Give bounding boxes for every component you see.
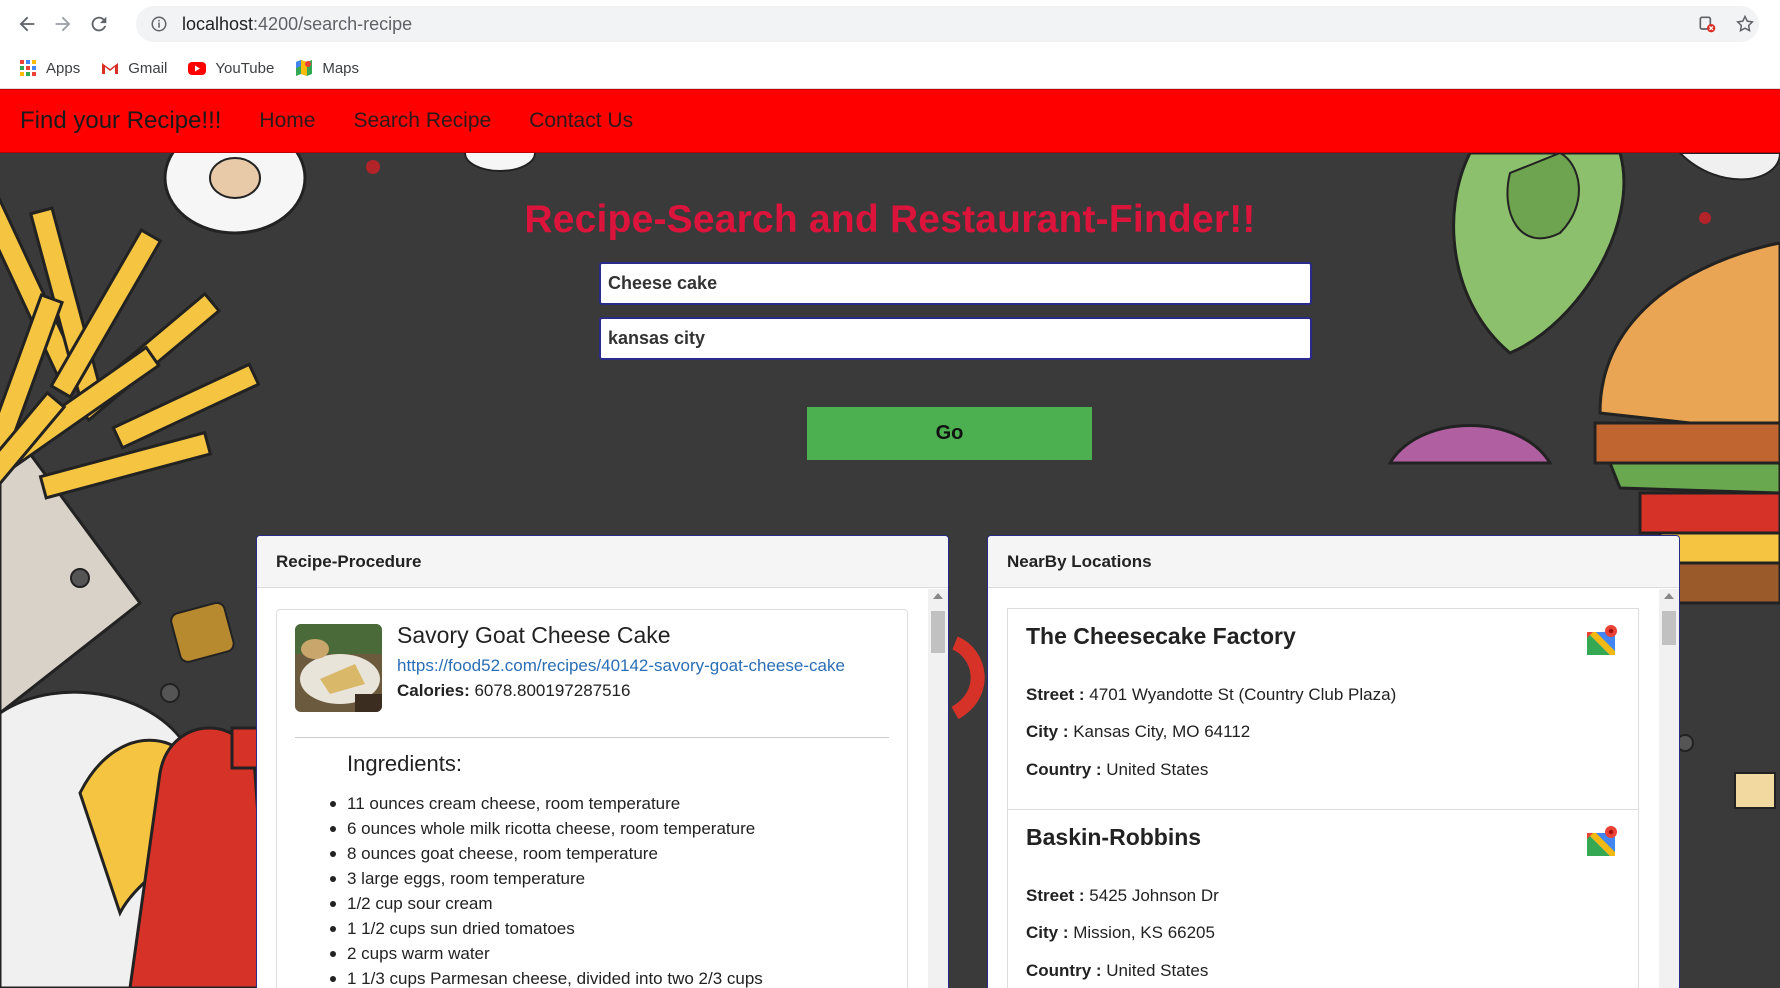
scroll-thumb[interactable]	[1662, 611, 1676, 645]
brand-title[interactable]: Find your Recipe!!!	[20, 107, 221, 135]
locations-scrollbar[interactable]	[1659, 589, 1679, 988]
street-label: Street :	[1026, 685, 1085, 704]
ingredients-heading: Ingredients:	[347, 751, 462, 776]
ingredient-item: 11 ounces cream cheese, room temperature	[330, 791, 763, 816]
street-value: 4701 Wyandotte St (Country Club Plaza)	[1084, 685, 1397, 704]
location-country: Country : United States	[1026, 760, 1208, 780]
location-city: City : Mission, KS 66205	[1026, 923, 1215, 943]
reload-icon	[91, 16, 107, 32]
recipe-thumbnail	[295, 624, 382, 712]
url-host: localhost	[182, 13, 254, 34]
city-label: City :	[1026, 722, 1069, 741]
recipe-title: Savory Goat Cheese Cake	[397, 622, 671, 648]
calories-value: 6078.800197287516	[469, 681, 631, 700]
location-name: The Cheesecake Factory	[1026, 623, 1296, 649]
city-label: City :	[1026, 923, 1069, 942]
location-search-input[interactable]: kansas city	[599, 317, 1312, 360]
recipe-link[interactable]: https://food52.com/recipes/40142-savory-…	[397, 656, 845, 676]
apps-grid-icon	[20, 60, 36, 76]
bookmark-apps[interactable]: Apps	[18, 58, 80, 78]
recipe-card: Savory Goat Cheese Cake https://food52.c…	[276, 609, 908, 988]
main-stage: Recipe-Search and Restaurant-Finder!! Ch…	[0, 153, 1780, 988]
bookmarks-bar: Apps Gmail YouTube Maps	[0, 48, 1780, 88]
url-text: localhost:4200/search-recipe	[182, 14, 412, 35]
google-maps-icon[interactable]	[1584, 624, 1618, 658]
bookmark-label: YouTube	[215, 59, 275, 77]
location-country: Country : United States	[1026, 961, 1208, 981]
forward-button[interactable]	[43, 4, 83, 44]
ingredient-item: 8 ounces goat cheese, room temperature	[330, 841, 763, 866]
location-card: Baskin-Robbins Street : 5425 Johnson Dr …	[1007, 809, 1639, 988]
locations-panel-body: The Cheesecake Factory Street : 4701 Wya…	[988, 589, 1679, 988]
back-button[interactable]	[7, 4, 47, 44]
divider	[295, 737, 889, 738]
calories-label: Calories:	[397, 681, 470, 700]
street-label: Street :	[1026, 886, 1085, 905]
panel-header: NearBy Locations	[988, 536, 1679, 588]
info-icon	[151, 16, 167, 32]
scroll-thumb[interactable]	[931, 611, 945, 653]
country-value: United States	[1101, 760, 1209, 779]
ingredient-item: 2 cups warm water	[330, 941, 763, 966]
bookmark-label: Apps	[46, 59, 81, 77]
url-path: :4200/search-recipe	[253, 13, 413, 34]
arrow-left-icon	[19, 16, 35, 32]
page-title: Recipe-Search and Restaurant-Finder!!	[524, 198, 1256, 241]
scroll-up-icon[interactable]	[933, 593, 943, 599]
nav-home[interactable]: Home	[259, 109, 315, 133]
recipe-procedure-panel: Recipe-Procedure Savory Goat Cheese Cake…	[256, 535, 949, 988]
country-label: Country :	[1026, 760, 1102, 779]
country-value: United States	[1101, 961, 1209, 980]
city-value: Kansas City, MO 64112	[1068, 722, 1251, 741]
recipe-panel-body: Savory Goat Cheese Cake https://food52.c…	[257, 589, 948, 988]
street-value: 5425 Johnson Dr	[1084, 886, 1219, 905]
recipe-calories: Calories: 6078.800197287516	[397, 681, 630, 701]
arrow-right-icon	[55, 16, 71, 32]
bookmark-star-icon[interactable]	[1735, 14, 1755, 34]
bookmark-label: Maps	[322, 59, 360, 77]
address-bar[interactable]: localhost:4200/search-recipe	[136, 6, 1759, 42]
go-button[interactable]: Go	[807, 407, 1092, 460]
nearby-locations-panel: NearBy Locations The Cheesecake Factory …	[987, 535, 1680, 988]
ingredient-item: 6 ounces whole milk ricotta cheese, room…	[330, 816, 763, 841]
bookmark-maps[interactable]: Maps	[294, 58, 359, 78]
nav-search-recipe[interactable]: Search Recipe	[353, 109, 491, 133]
location-street: Street : 4701 Wyandotte St (Country Club…	[1026, 685, 1396, 705]
recipe-scrollbar[interactable]	[928, 589, 948, 988]
blocked-popup-icon[interactable]	[1697, 14, 1717, 34]
location-city: City : Kansas City, MO 64112	[1026, 722, 1250, 742]
location-street: Street : 5425 Johnson Dr	[1026, 886, 1219, 906]
ingredient-item: 3 large eggs, room temperature	[330, 866, 763, 891]
browser-chrome: localhost:4200/search-recipe Apps Gmail …	[0, 0, 1780, 89]
panel-header: Recipe-Procedure	[257, 536, 948, 588]
nav-contact-us[interactable]: Contact Us	[529, 109, 633, 133]
recipe-search-input[interactable]: Cheese cake	[599, 262, 1312, 305]
bookmark-gmail[interactable]: Gmail	[100, 58, 167, 78]
city-value: Mission, KS 66205	[1068, 923, 1215, 942]
ingredients-list: 11 ounces cream cheese, room temperature…	[330, 791, 763, 988]
app-navbar: Find your Recipe!!! Home Search Recipe C…	[0, 89, 1780, 153]
gmail-icon	[102, 63, 119, 74]
reload-button[interactable]	[79, 4, 119, 44]
ingredient-item: 1/2 cup sour cream	[330, 891, 763, 916]
scroll-up-icon[interactable]	[1664, 593, 1674, 599]
google-maps-icon[interactable]	[1584, 825, 1618, 859]
bookmark-youtube[interactable]: YouTube	[187, 58, 274, 78]
country-label: Country :	[1026, 961, 1102, 980]
location-name: Baskin-Robbins	[1026, 824, 1202, 850]
ingredient-item: 1 1/2 cups sun dried tomatoes	[330, 916, 763, 941]
youtube-icon	[188, 62, 207, 75]
recipe-photo-icon	[295, 624, 382, 712]
maps-icon	[296, 60, 313, 76]
bookmark-label: Gmail	[128, 59, 168, 77]
omnibox-actions	[1697, 6, 1755, 42]
ingredient-item: 1 1/3 cups Parmesan cheese, divided into…	[330, 966, 763, 988]
location-card: The Cheesecake Factory Street : 4701 Wya…	[1007, 608, 1639, 810]
fries-illustration	[0, 195, 261, 715]
